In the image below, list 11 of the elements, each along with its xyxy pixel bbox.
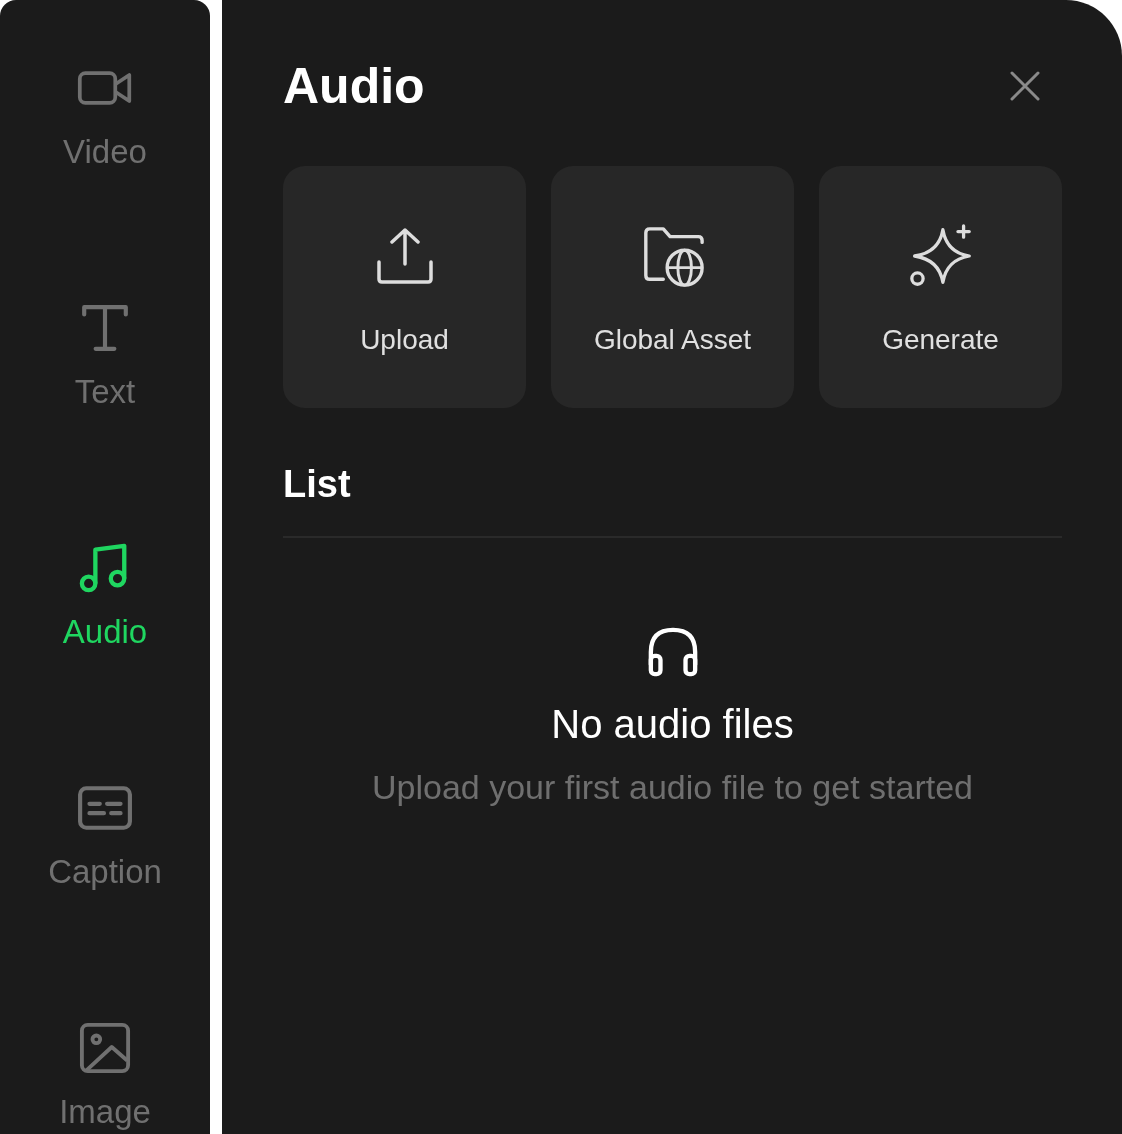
- generate-button[interactable]: Generate: [819, 166, 1062, 408]
- section-title: List: [283, 462, 352, 507]
- empty-state-title: No audio files: [551, 701, 794, 748]
- sparkle-icon: [907, 224, 974, 288]
- close-icon: [1010, 71, 1040, 101]
- upload-button[interactable]: Upload: [283, 166, 526, 408]
- image-icon: [77, 1022, 133, 1074]
- sidebar-item[interactable]: Audio: [62, 542, 148, 782]
- panel-title: Audio: [283, 57, 425, 116]
- global-asset-button[interactable]: Global Asset: [551, 166, 794, 408]
- empty-state-message: Upload your first audio file to get started: [372, 767, 973, 808]
